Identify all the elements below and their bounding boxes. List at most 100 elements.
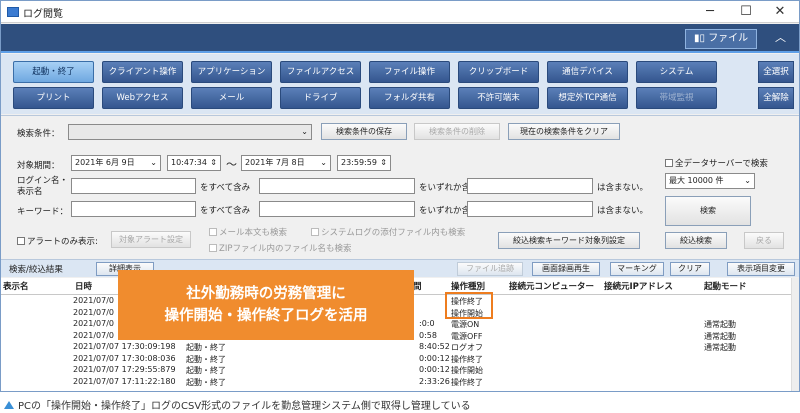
app-icon [7, 7, 19, 17]
col-datetime[interactable]: 日時 [75, 280, 92, 292]
category-application[interactable]: アプリケーション [191, 61, 272, 83]
cell-operation: 操作開始 [451, 366, 483, 375]
cell-duration: :0:0 [419, 319, 435, 328]
time-to-value: 23:59:59 [341, 158, 377, 167]
category-print[interactable]: プリント [13, 87, 94, 109]
cell-datetime: 2021/07/0 [73, 330, 115, 340]
alert-setting-button[interactable]: 対象アラート設定 [111, 231, 191, 248]
category-drive[interactable]: ドライブ [280, 87, 361, 109]
col-source-computer[interactable]: 接続元コンピューター [509, 280, 594, 292]
marking-button[interactable]: マーキング [610, 262, 664, 276]
condition-select[interactable]: ⌄ [68, 124, 312, 140]
col-boot-mode[interactable]: 起動モード [704, 280, 747, 292]
table-row[interactable]: 2021/07/07 17:11:22:180 起動・終了 2:33:26 操作終了 [1, 377, 791, 388]
keyword-all-input[interactable] [71, 201, 196, 217]
zip-names-checkbox[interactable]: ZIPファイル内のファイル名も検索 [209, 242, 351, 254]
cell-boot-mode: 通常起動 [704, 320, 736, 329]
close-icon[interactable]: ✕ [763, 1, 797, 23]
alert-only-checkbox[interactable]: アラートのみ表示: [17, 235, 98, 247]
title-bar: ログ閲覧 ─ ☐ ✕ [1, 1, 799, 23]
all-servers-checkbox[interactable]: 全データサーバーで検索 [665, 157, 768, 169]
maximize-icon[interactable]: ☐ [729, 1, 763, 23]
category-system[interactable]: システム [636, 61, 717, 83]
chevron-up-icon[interactable]: ︿ [775, 29, 786, 45]
category-mail[interactable]: メール [191, 87, 272, 109]
category-bar: 起動・終了 クライアント操作 アプリケーション ファイルアクセス ファイル操作 … [1, 54, 799, 114]
checkbox-icon [209, 228, 217, 236]
category-web-access[interactable]: Webアクセス [102, 87, 183, 109]
category-clipboard[interactable]: クリップボード [458, 61, 539, 83]
mail-body-label: メール本文も検索 [219, 228, 288, 238]
checkbox-icon [665, 159, 673, 167]
category-comm-device[interactable]: 通信デバイス [547, 61, 628, 83]
table-row[interactable]: 2021/07/07 17:29:55:879 起動・終了 0:00:12 操作開始 [1, 365, 791, 376]
spinner-icon: ⇕ [210, 158, 217, 167]
book-icon: ▮▯ [694, 33, 709, 44]
checkbox-icon [311, 228, 319, 236]
time-to-input[interactable]: 23:59:59 ⇕ [337, 155, 391, 171]
table-row[interactable]: 2021/07/07 17:30:09:198 起動・終了 8:40:52 ログオフ 通… [1, 342, 791, 353]
col-duration[interactable]: 間 [413, 280, 422, 292]
minimize-icon[interactable]: ─ [693, 1, 727, 23]
cell-datetime: 2021/07/07 17:30:09:198 [73, 342, 176, 351]
syslog-attach-label: システムログの添付ファイル内も検索 [321, 228, 466, 238]
keyword-all-include-label: をすべて含み [200, 206, 251, 216]
caption-text: PCの「操作開始・操作終了」ログのCSV形式のファイルを勤怠管理システム側で取得… [18, 401, 471, 412]
table-row[interactable]: 2021/07/07 17:30:08:036 起動・終了 0:00:12 操作終了 [1, 354, 791, 365]
narrow-keyword-button[interactable]: 絞込検索キーワード対象列設定 [498, 232, 640, 249]
cell-operation: 操作終了 [451, 354, 483, 364]
narrow-search-button[interactable]: 絞込検索 [665, 232, 727, 249]
cell-datetime: 2021/07/0 [73, 296, 115, 305]
login-exclude-input[interactable] [467, 178, 593, 194]
column-change-button[interactable]: 表示項目変更 [727, 262, 795, 276]
date-to-picker[interactable]: 2021年 7月 8日 ⌄ [241, 155, 331, 171]
select-all-button[interactable]: 全選択 [758, 61, 794, 83]
vertical-scrollbar[interactable] [791, 278, 799, 391]
results-title: 検索/絞込結果 [9, 265, 63, 275]
time-from-input[interactable]: 10:47:34 ⇕ [167, 155, 221, 171]
file-trace-button[interactable]: ファイル追跡 [457, 262, 523, 276]
cell-datetime: 2021/07/0 [73, 307, 115, 317]
cell-datetime: 2021/07/07 17:30:08:036 [73, 353, 176, 363]
delete-condition-button[interactable]: 検索条件の削除 [414, 123, 500, 140]
cell-operation: ログオフ [451, 343, 483, 352]
cell-category: 起動・終了 [186, 354, 226, 364]
login-any-input[interactable] [259, 178, 415, 194]
back-button[interactable]: 戻る [744, 232, 784, 249]
window-title: ログ閲覧 [23, 9, 63, 20]
spinner-icon: ⇕ [380, 158, 387, 167]
period-label: 対象期間： [17, 161, 60, 171]
checkbox-icon [209, 244, 217, 252]
category-startup-shutdown[interactable]: 起動・終了 [13, 61, 94, 83]
category-file-operation[interactable]: ファイル操作 [369, 61, 450, 83]
col-display-name[interactable]: 表示名 [3, 280, 29, 292]
category-folder-share[interactable]: フォルダ共有 [369, 87, 450, 109]
max-count-select[interactable]: 最大 10000 件 ⌄ [665, 173, 755, 189]
date-from-picker[interactable]: 2021年 6月 9日 ⌄ [71, 155, 161, 171]
save-condition-button[interactable]: 検索条件の保存 [321, 123, 407, 140]
syslog-attach-checkbox[interactable]: システムログの添付ファイル内も検索 [311, 226, 465, 238]
mail-body-checkbox[interactable]: メール本文も検索 [209, 226, 287, 238]
search-button[interactable]: 検索 [665, 196, 751, 226]
clear-condition-button[interactable]: 現在の検索条件をクリア [508, 123, 620, 140]
category-client-operation[interactable]: クライアント操作 [102, 61, 183, 83]
category-file-access[interactable]: ファイルアクセス [280, 61, 361, 83]
category-bandwidth[interactable]: 帯域監視 [636, 87, 717, 109]
login-all-input[interactable] [71, 178, 196, 194]
keyword-exclude-input[interactable] [467, 201, 593, 217]
cell-datetime: 2021/07/0 [73, 319, 115, 328]
clear-button[interactable]: クリア [670, 262, 710, 276]
category-unexpected-tcp[interactable]: 想定外TCP通信 [547, 87, 628, 109]
cell-operation: 操作終了 [451, 377, 483, 387]
category-unauthorized-device[interactable]: 不許可端末 [458, 87, 539, 109]
deselect-all-button[interactable]: 全解除 [758, 87, 794, 109]
col-operation-type[interactable]: 操作種別 [451, 280, 485, 292]
col-source-ip[interactable]: 接続元IPアドレス [604, 280, 673, 292]
not-include-label: は含まない。 [597, 183, 649, 193]
cell-duration: 0:00:12 [419, 353, 450, 363]
max-count-value: 最大 10000 件 [669, 176, 724, 185]
file-menu-button[interactable]: ▮▯ ファイル [685, 29, 757, 49]
screen-play-button[interactable]: 画面録画再生 [532, 262, 600, 276]
callout-line1: 社外勤務時の労務管理に [186, 286, 346, 302]
keyword-any-input[interactable] [259, 201, 415, 217]
